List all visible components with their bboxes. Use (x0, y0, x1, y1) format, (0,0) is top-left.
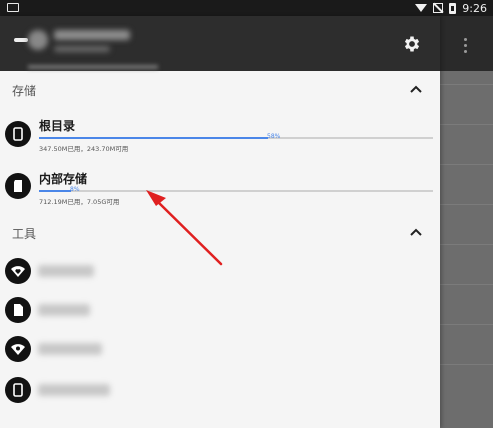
wifi-icon (415, 4, 428, 12)
collapse-storage-chevron-icon[interactable] (409, 84, 423, 94)
header-redacted-strip (28, 65, 158, 69)
usage-progress-bar (39, 190, 433, 192)
status-icons: 9:26 (415, 1, 487, 15)
divider (440, 164, 493, 165)
account-avatar[interactable] (28, 30, 48, 50)
status-time: 9:26 (462, 1, 487, 15)
usage-percent: 58% (267, 133, 281, 140)
storage-name: 内部存储 (39, 172, 88, 186)
section-title-storage: 存储 (12, 84, 37, 98)
tool-label-redacted (38, 343, 102, 355)
wifi-heart-icon (5, 258, 31, 284)
remote-access-icon (5, 336, 31, 362)
screenshot-icon (7, 3, 19, 12)
back-icon[interactable] (14, 38, 28, 42)
divider (440, 84, 493, 85)
usage-text: 712.19M已用，7.05G可用 (39, 198, 120, 206)
storage-name: 根目录 (39, 119, 76, 133)
divider (440, 244, 493, 245)
no-sim-icon (433, 3, 444, 13)
navigation-drawer: 存储 根目录 58% 347.50M已用，243.70M可用 内部存储 8% 7… (0, 16, 440, 428)
usage-progress-bar (39, 137, 433, 139)
overflow-menu-icon[interactable] (464, 38, 467, 53)
phone-icon (5, 377, 31, 403)
screen: 9:26 存储 根目录 58% 347.50M已用，243.70M可用 内部存储… (0, 0, 493, 428)
background-panel[interactable] (440, 16, 493, 428)
drawer-header (0, 16, 440, 71)
collapse-tools-chevron-icon[interactable] (409, 227, 423, 237)
divider (440, 324, 493, 325)
usage-progress-fill (39, 137, 268, 139)
tool-label-redacted (38, 265, 94, 277)
tool-label-redacted (38, 304, 90, 316)
divider (440, 364, 493, 365)
divider (440, 124, 493, 125)
divider (440, 204, 493, 205)
section-title-tools: 工具 (12, 227, 37, 241)
gear-icon[interactable] (402, 34, 422, 54)
usage-percent: 8% (70, 186, 80, 193)
usage-text: 347.50M已用，243.70M可用 (39, 145, 129, 153)
sd-card-icon (5, 173, 31, 199)
phone-icon (5, 121, 31, 147)
usage-progress-fill (39, 190, 71, 192)
file-icon (5, 297, 31, 323)
divider (440, 284, 493, 285)
account-subtitle-redacted (54, 46, 110, 52)
tool-label-redacted (38, 384, 110, 396)
battery-icon (449, 2, 457, 14)
account-name-redacted (54, 30, 130, 40)
status-bar: 9:26 (0, 0, 493, 16)
moon-icon[interactable] (362, 34, 380, 52)
